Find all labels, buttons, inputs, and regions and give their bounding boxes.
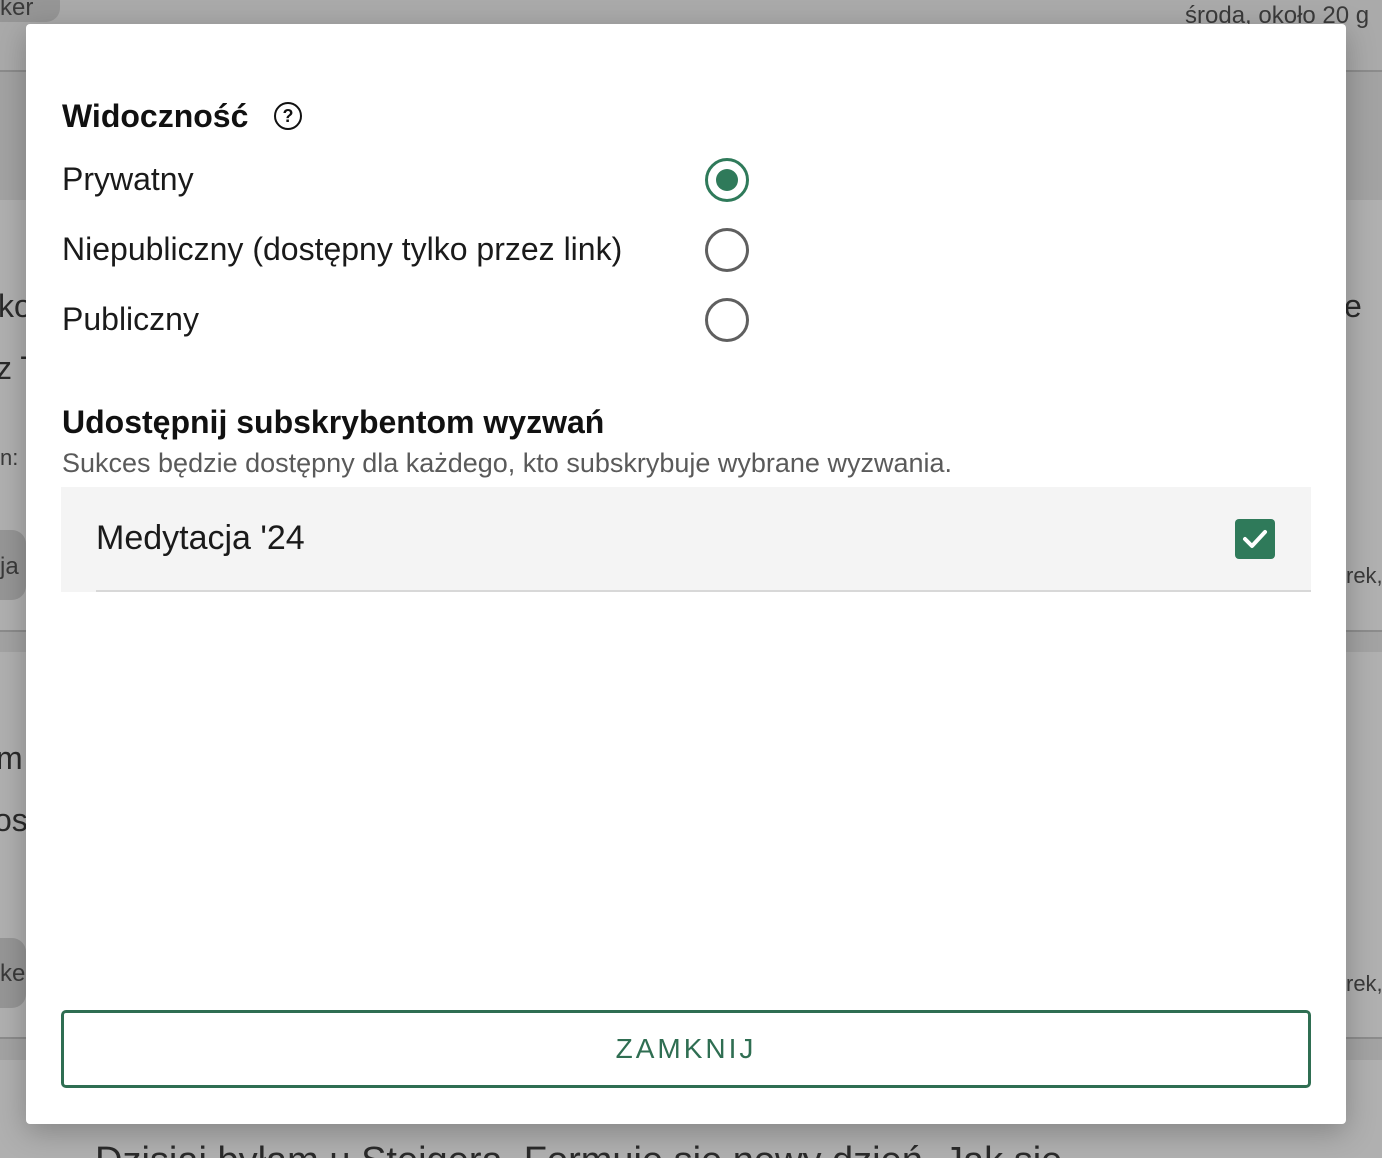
background-fragment: e	[1344, 288, 1362, 324]
radio-option-private[interactable]: Prywatny	[62, 151, 762, 211]
background-fragment: n:	[0, 445, 19, 470]
background-fragment: ke	[0, 960, 26, 987]
checkmark-icon	[1243, 530, 1267, 548]
visibility-dialog: Widoczność ? Prywatny Niepubliczny (dost…	[26, 24, 1346, 1124]
help-icon[interactable]: ?	[274, 102, 302, 130]
visibility-title: Widoczność	[62, 98, 249, 134]
share-subtitle: Sukces będzie dostępny dla każdego, kto …	[62, 448, 952, 478]
radio-button-public[interactable]	[705, 298, 749, 342]
radio-label: Niepubliczny (dostępny tylko przez link)	[62, 231, 623, 267]
background-chip-text: ker	[0, 0, 34, 21]
radio-button-unlisted[interactable]	[705, 228, 749, 272]
background-fragment: ja	[0, 553, 19, 580]
radio-label: Prywatny	[62, 161, 194, 197]
background-fragment: os	[0, 802, 28, 838]
challenge-label: Medytacja '24	[96, 519, 305, 557]
challenge-list-item[interactable]: Medytacja '24	[61, 487, 1311, 592]
background-fragment: m	[0, 740, 23, 776]
background-bottom-text: Dzisiaj byłam u Steigera. Formuje się no…	[95, 1140, 1062, 1158]
radio-button-private[interactable]	[705, 158, 749, 202]
share-title: Udostępnij subskrybentom wyzwań	[62, 404, 605, 440]
radio-option-public[interactable]: Publiczny	[62, 291, 762, 351]
background-fragment: rek,	[1346, 971, 1382, 996]
radio-option-unlisted[interactable]: Niepubliczny (dostępny tylko przez link)	[62, 221, 762, 281]
challenge-checkbox[interactable]	[1235, 519, 1275, 559]
radio-label: Publiczny	[62, 301, 199, 337]
close-button[interactable]: ZAMKNIJ	[61, 1010, 1311, 1088]
list-divider	[96, 590, 1311, 592]
background-fragment: rek,	[1346, 563, 1382, 588]
